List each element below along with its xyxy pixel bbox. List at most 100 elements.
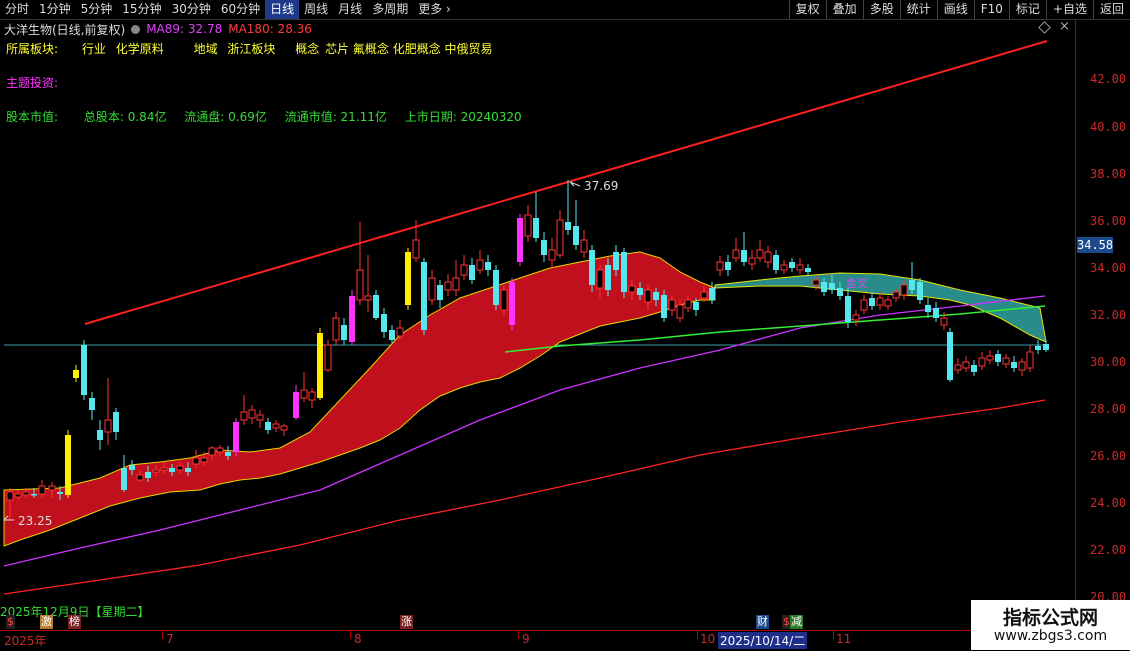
candle-body [48,485,56,491]
candle-body [805,268,811,272]
candle-body [356,269,364,301]
candle-body [1011,362,1017,368]
overlay-button[interactable]: 叠加 [825,0,863,19]
price-label: 42.00 [1090,72,1127,86]
adjust-button[interactable]: 复权 [788,0,826,19]
candle-body [524,214,532,237]
mark-button[interactable]: 标记 [1008,0,1046,19]
period-tab-1min[interactable]: 1分钟 [34,0,76,19]
candle-body [900,284,908,296]
more-periods-button[interactable]: 更多 › [413,0,456,19]
high-marker [569,181,581,187]
candle-body [1002,357,1010,365]
candle-body [160,467,168,471]
event-marker[interactable]: 财 [756,615,769,629]
period-tab-monthly[interactable]: 月线 [333,0,367,19]
candle-body [500,289,508,311]
candle-body [405,252,411,305]
indicator-settings-icon[interactable] [131,24,141,34]
candle-body [1018,361,1026,371]
candle-body [412,239,420,259]
candle-body [89,398,95,410]
price-label: 40.00 [1090,120,1127,134]
candle-body [533,218,539,238]
current-price-badge: 34.58 [1077,237,1114,253]
candle-body [676,304,684,319]
candle-body [81,345,87,395]
candle-body [509,282,515,325]
time-label: 9 [522,632,530,646]
candle-body [933,308,939,318]
event-marker[interactable]: 榜 [68,615,81,629]
time-label: 10 [700,632,716,646]
event-marker[interactable]: 激 [40,615,53,629]
period-tab-5min[interactable]: 5分钟 [76,0,118,19]
candle-body [725,262,731,270]
candle-body [421,262,427,330]
close-icon[interactable]: × [1059,19,1070,34]
candle-body [621,252,627,292]
candle-body [22,491,30,496]
candle-body [892,291,900,299]
candle-body [954,364,962,371]
watermark-title: 指标公式网 [1002,607,1098,629]
price-label: 24.00 [1090,496,1127,510]
candle-body [280,425,288,431]
back-button[interactable]: 返回 [1092,0,1130,19]
candle-body [644,289,652,303]
event-marker[interactable]: 涨 [400,615,413,629]
kline-chart[interactable]: 37.69 23.25 金叉 [0,38,1075,603]
candle-body [780,264,788,271]
candle-body [121,468,127,490]
candle-body [869,298,875,306]
candle-body [233,422,239,452]
candle-body [476,259,484,271]
period-tab-15min[interactable]: 15分钟 [117,0,166,19]
f10-button[interactable]: F10 [973,0,1009,19]
statistics-button[interactable]: 统计 [899,0,937,19]
candle-body [852,314,860,321]
candle-body [628,285,636,293]
candle-body [265,422,271,430]
candle-body [876,297,884,306]
diamond-icon[interactable] [1038,21,1051,34]
period-tab-60min[interactable]: 60分钟 [216,0,265,19]
low-label: 23.25 [18,514,52,528]
selected-time-label: 2025/10/14/二 [718,632,808,649]
add-watchlist-button[interactable]: +自选 [1045,0,1093,19]
event-marker[interactable]: $ [6,615,15,629]
time-label: 7 [166,632,174,646]
period-tab-multi[interactable]: 多周期 [367,0,413,19]
candle-body [136,474,144,481]
multi-stock-button[interactable]: 多股 [862,0,900,19]
candle-body [381,314,387,332]
price-label: 28.00 [1090,402,1127,416]
period-tab-daily[interactable]: 日线 [265,0,300,19]
candle-body [460,264,468,276]
candle-body [31,494,37,496]
candle-body [716,261,724,271]
draw-line-button[interactable]: 画线 [936,0,974,19]
candle-body [192,457,200,465]
candle-body [444,281,452,291]
ma180-line [3,399,1046,595]
candle-body [995,354,1001,362]
candle-body [452,277,460,291]
candle-body [884,299,892,307]
candle-body [14,493,22,498]
candle-body [541,240,547,255]
period-tab-fenshi[interactable]: 分时 [0,0,34,19]
candle-body [104,419,112,433]
event-marker[interactable]: 减 [790,615,803,629]
ma89-value: MA89: 32.78 [146,22,223,36]
time-tick [350,631,351,639]
price-axis-line [1075,20,1076,630]
candle-body [978,357,986,367]
period-tab-30min[interactable]: 30分钟 [167,0,216,19]
candle-body [216,447,224,453]
candle-body [38,485,46,495]
candle-body [764,251,772,263]
candle-body [469,265,475,280]
period-tab-weekly[interactable]: 周线 [299,0,333,19]
candle-body [517,218,523,262]
